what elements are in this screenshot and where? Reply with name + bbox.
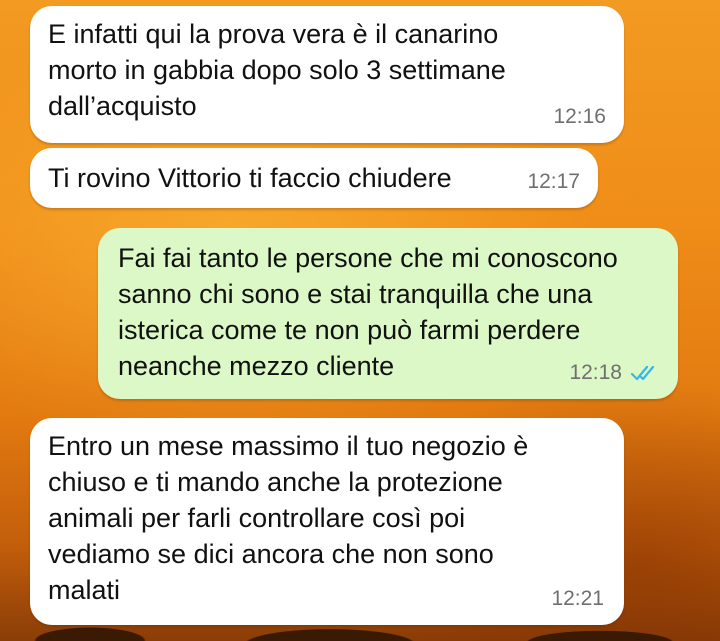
message-time: 12:17: [527, 170, 580, 193]
message-meta: 12:17: [527, 164, 580, 200]
message-time: 12:16: [553, 105, 606, 128]
message-bubble-incoming[interactable]: Ti rovino Vittorio ti faccio chiudere 12…: [30, 148, 598, 208]
message-time: 12:21: [551, 587, 604, 610]
message-meta: 12:21: [551, 581, 604, 617]
message-bubble-outgoing[interactable]: Fai fai tanto le persone che mi conoscon…: [98, 228, 678, 399]
message-text: E infatti qui la prova vera è il canarin…: [48, 19, 506, 121]
message-text: Ti rovino Vittorio ti faccio chiudere: [48, 163, 452, 193]
message-bubble-incoming[interactable]: Entro un mese massimo il tuo negozio è c…: [30, 418, 624, 625]
message-bubble-incoming[interactable]: E infatti qui la prova vera è il canarin…: [30, 6, 624, 143]
message-meta: 12:16: [553, 99, 606, 135]
double-check-icon: [630, 365, 655, 381]
message-time: 12:18: [569, 361, 622, 384]
message-text: Entro un mese massimo il tuo negozio è c…: [48, 431, 529, 605]
message-meta: 12:18: [569, 355, 660, 391]
